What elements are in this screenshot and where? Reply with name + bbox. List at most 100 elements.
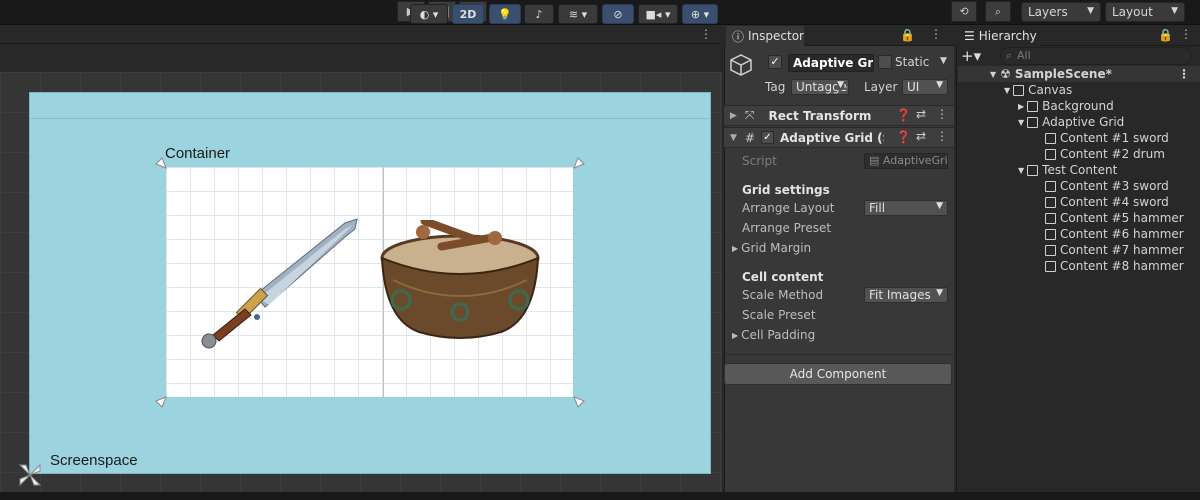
presets-icon[interactable]: ⇄ (916, 107, 926, 121)
help-icon[interactable]: ❓ (896, 108, 911, 122)
chevron-down-icon: ▼ (837, 80, 844, 90)
foldout-arrow-icon: ▼ (990, 69, 997, 79)
sword-image[interactable] (195, 215, 365, 355)
camera-icon: ■◂ ▾ (645, 7, 671, 21)
hierarchy-item-content-2[interactable]: Content #2 drum (1045, 146, 1165, 162)
gameobject-cube-icon (1045, 212, 1056, 224)
audio-icon: ♪ (535, 7, 543, 21)
canvas-anchor-icon[interactable] (16, 461, 44, 489)
lightbulb-icon: 💡 (498, 7, 512, 21)
draw-mode-dropdown[interactable]: ◐ ▾ (410, 4, 448, 24)
hierarchy-item-content-4[interactable]: Content #4 sword (1045, 194, 1169, 210)
component-enabled-checkbox[interactable]: ✓ (760, 131, 774, 144)
hierarchy-item-canvas[interactable]: ▼ Canvas (1004, 82, 1072, 98)
static-checkbox[interactable] (878, 55, 892, 69)
hierarchy-search-input[interactable]: ⌕ All (1000, 47, 1192, 65)
gameobject-cube-icon (1045, 148, 1056, 160)
script-label: Script (742, 154, 777, 168)
scale-preset-label: Scale Preset (742, 308, 816, 322)
scene-root-item[interactable]: ▼ ☢ SampleScene* ⋮ (958, 66, 1200, 82)
hierarchy-item-background[interactable]: ▶ Background (1018, 98, 1114, 114)
active-checkbox[interactable]: ✓ (768, 55, 782, 69)
hierarchy-menu-icon[interactable]: ⋮ (1180, 27, 1192, 41)
tab-hierarchy[interactable]: ☰ Hierarchy (958, 26, 1040, 46)
main-toolbar (0, 0, 1200, 25)
layout-dropdown[interactable]: Layout ▼ (1105, 2, 1185, 22)
anchor-top-right-icon[interactable] (573, 155, 587, 169)
layer-dropdown[interactable]: UI ▼ (902, 79, 948, 95)
plus-icon: +▾ (961, 47, 982, 65)
presets-icon[interactable]: ⇄ (916, 129, 926, 143)
anchor-bottom-right-icon[interactable] (573, 396, 587, 410)
foldout-arrow-icon: ▼ (1018, 165, 1025, 175)
history-button[interactable]: ⟲ (951, 1, 977, 22)
scene-toolbar (0, 44, 722, 72)
tag-label: Tag (765, 80, 786, 94)
cell-padding-foldout[interactable]: ▶ Cell Padding (732, 326, 815, 344)
chevron-down-icon: ▼ (936, 288, 943, 298)
hierarchy-item-content-1[interactable]: Content #1 sword (1045, 130, 1169, 146)
scale-method-dropdown[interactable]: Fit Images ▼ (864, 287, 948, 303)
anchor-top-left-icon[interactable] (153, 155, 167, 169)
foldout-arrow-icon: ▼ (1018, 117, 1025, 127)
hierarchy-item-content-7[interactable]: Content #7 hammer (1045, 242, 1184, 258)
hierarchy-list-icon: ☰ (964, 29, 975, 43)
scene-tab-bar (0, 26, 720, 44)
lock-icon[interactable]: 🔒 (1158, 28, 1173, 42)
mode-2d-toggle[interactable]: 2D (452, 4, 484, 24)
audio-toggle[interactable]: ♪ (524, 4, 554, 24)
tab-inspector[interactable]: ⓘ Inspector (726, 26, 804, 46)
gameobject-cube-icon (1027, 116, 1039, 128)
arrange-layout-label: Arrange Layout (742, 201, 835, 215)
inspector-panel (724, 26, 954, 492)
hierarchy-item-content-8[interactable]: Content #8 hammer (1045, 258, 1184, 274)
hierarchy-item-content-3[interactable]: Content #3 sword (1045, 178, 1169, 194)
gameobject-cube-icon (1045, 132, 1056, 144)
tag-dropdown[interactable]: Untagged ▼ (791, 79, 849, 95)
hierarchy-item-content-5[interactable]: Content #5 hammer (1045, 210, 1184, 226)
create-plus-button[interactable]: +▾ (961, 47, 981, 65)
hierarchy-item-adaptive-grid[interactable]: ▼ Adaptive Grid (1018, 114, 1124, 130)
gameobject-cube-icon (1045, 228, 1056, 240)
unity-scene-icon: ☢ (1000, 67, 1011, 81)
scene-menu-icon[interactable]: ⋮ (700, 27, 712, 41)
scene-menu-icon[interactable]: ⋮ (1178, 67, 1190, 81)
gameobject-cube-icon (1027, 100, 1039, 112)
gameobject-cube-icon (1045, 180, 1056, 192)
divider (724, 354, 954, 355)
gameobject-cube-icon (1013, 84, 1025, 96)
chevron-down-icon[interactable]: ▼ (940, 56, 947, 66)
shading-icon: ◐ ▾ (419, 7, 439, 21)
help-icon[interactable]: ❓ (896, 130, 911, 144)
camera-dropdown[interactable]: ■◂ ▾ (638, 4, 678, 24)
effects-dropdown[interactable]: ≋ ▾ (558, 4, 598, 24)
lighting-toggle[interactable]: 💡 (489, 4, 521, 24)
chevron-down-icon: ▼ (936, 80, 943, 90)
gameobject-cube-icon (1045, 196, 1056, 208)
foldout-arrow-icon: ▶ (730, 110, 737, 121)
component-menu-icon[interactable]: ⋮ (936, 107, 948, 121)
visibility-toggle[interactable]: ⊘ (602, 4, 634, 24)
lock-icon[interactable]: 🔒 (900, 28, 915, 42)
grid-margin-foldout[interactable]: ▶ Grid Margin (732, 239, 811, 257)
static-label: Static (895, 55, 930, 69)
foldout-arrow-icon: ▶ (732, 330, 739, 340)
search-icon: ⌕ (1006, 49, 1013, 62)
grid-settings-heading: Grid settings (742, 183, 830, 197)
hierarchy-item-content-6[interactable]: Content #6 hammer (1045, 226, 1184, 242)
object-name-field[interactable]: Adaptive Grid (788, 54, 874, 72)
inspector-menu-icon[interactable]: ⋮ (930, 27, 942, 41)
add-component-button[interactable]: Add Component (724, 363, 952, 385)
anchor-bottom-left-icon[interactable] (153, 396, 167, 410)
gizmo-globe-icon: ⊕ ▾ (690, 7, 710, 21)
gizmos-dropdown[interactable]: ⊕ ▾ (682, 4, 718, 24)
arrange-layout-dropdown[interactable]: Fill ▼ (864, 200, 948, 216)
chevron-down-icon: ▼ (1171, 6, 1178, 16)
search-icon: ⌕ (994, 4, 1002, 18)
drum-image[interactable] (379, 220, 541, 342)
search-button[interactable]: ⌕ (985, 1, 1011, 22)
script-hash-icon: # (744, 130, 755, 145)
hierarchy-item-test-content[interactable]: ▼ Test Content (1018, 162, 1117, 178)
layers-dropdown[interactable]: Layers ▼ (1021, 2, 1101, 22)
component-menu-icon[interactable]: ⋮ (936, 129, 948, 143)
